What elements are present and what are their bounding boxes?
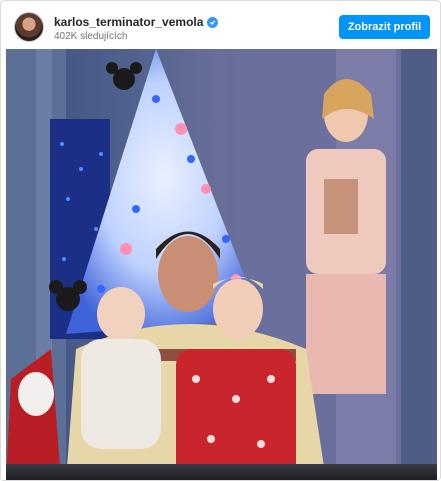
profile-avatar[interactable] [14, 12, 44, 42]
instagram-post-card: karlos_terminator_vemola 402K sledujícíc… [0, 0, 441, 481]
view-profile-button[interactable]: Zobrazit profil [339, 15, 430, 39]
follower-count: 402K sledujících [54, 31, 128, 42]
verified-badge-icon [207, 16, 219, 28]
post-photo[interactable] [6, 49, 437, 480]
username-link[interactable]: karlos_terminator_vemola [54, 15, 203, 29]
username-row: karlos_terminator_vemola [54, 15, 219, 29]
post-header: karlos_terminator_vemola 402K sledujícíc… [1, 1, 440, 49]
